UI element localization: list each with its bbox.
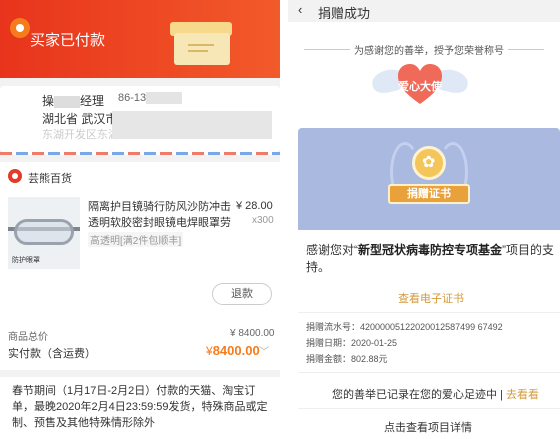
back-arrow-icon[interactable]: ‹ [298,2,302,17]
go-see-link[interactable]: 去看看 [506,389,539,401]
order-status-title: 买家已付款 [30,32,106,49]
total-label: 商品总价 [8,332,48,343]
redacted-name [54,95,81,108]
product-price: ¥ 28.00 [236,200,273,212]
certificate-banner[interactable]: 捐赠证书 [298,128,560,230]
address-region: 湖北省 武汉市 [42,112,118,126]
divider [298,312,560,313]
total-value: ¥ 8400.00 [230,328,275,339]
package-illustration [168,18,234,65]
product-image[interactable]: 防护眼罩 [8,197,80,269]
order-status-header: 买家已付款 [0,0,280,78]
honor-badge: 爱心大使 [370,62,470,118]
date-row: 捐赠日期：2020-01-25 [306,338,398,348]
divider [298,408,560,409]
redacted-address [112,111,272,139]
serial-row: 捐赠流水号：42000005122020012587499 67492 [306,322,503,332]
support-message: 感谢您对“新型冠状病毒防控专项基金”项目的支持。 [306,243,555,274]
recipient-phone: 86-13 [118,92,183,105]
order-panel: 买家已付款 操经理 86-13 湖北省 武汉市 东湖开发区东湖 芸熊百货 防护眼… [0,0,280,439]
footprint-row: 您的善举已记录在您的爱心足迹中 | 去看看 [332,389,539,401]
paid-value: ¥8400.00 [206,343,260,358]
medal-icon [412,146,446,180]
location-pin-icon [10,18,30,38]
project-detail-link[interactable]: 点击查看项目详情 [384,419,472,435]
amount-row: 捐赠金额：802.88元 [306,354,388,364]
certificate-ribbon: 捐赠证书 [388,184,470,204]
nav-bar: ‹ 捐赠成功 [288,0,560,22]
honor-caption: 为感谢您的善举，授予您荣誉称号 [350,42,508,57]
donation-panel: ‹ 捐赠成功 为感谢您的善举，授予您荣誉称号 爱心大使 捐赠证书 感谢您对“新型… [288,0,560,439]
product-spec: 高透明[满2件包顺丰] [88,232,184,247]
shipping-notice: 春节期间（1月17日-2月2日）付款的天猫、淘宝订单，最晚2020年2月4日23… [12,385,268,429]
store-logo-icon [8,169,22,183]
envelope-stripe [0,152,280,155]
chevron-down-icon[interactable]: ﹀ [259,343,269,358]
divider [298,372,560,373]
recipient-name: 操经理 [42,94,105,108]
product-image-tag: 防护眼罩 [12,257,40,264]
fund-name: 新型冠状病毒防控专项基金 [358,243,503,257]
refund-button[interactable]: 退款 [212,283,272,305]
redacted-phone [146,92,183,105]
store-name[interactable]: 芸熊百货 [28,170,72,186]
paid-label: 实付款（含运费） [8,348,96,360]
badge-title: 爱心大使 [398,81,442,93]
page-title: 捐赠成功 [318,6,371,21]
address-street: 东湖开发区东湖 [42,129,119,141]
view-certificate-link[interactable]: 查看电子证书 [398,290,464,306]
product-quantity: x300 [252,215,274,226]
